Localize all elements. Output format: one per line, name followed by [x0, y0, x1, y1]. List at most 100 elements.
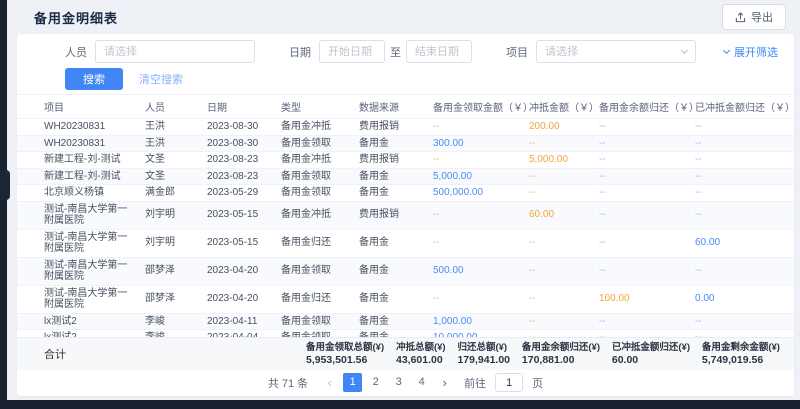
- goto-label: 前往: [464, 375, 486, 391]
- page-button-1[interactable]: 1: [343, 373, 362, 392]
- cell-type: 备用金归还: [273, 229, 351, 257]
- summary-item-value: 60.00: [612, 354, 690, 367]
- cell-date: 2023-05-15: [199, 201, 273, 229]
- cell-type: 备用金领取: [273, 330, 351, 338]
- cell-person: 李峻: [137, 330, 199, 338]
- cell-amount-balance-returned: --: [591, 330, 687, 338]
- cell-amount-received: --: [425, 229, 521, 257]
- cell-type: 备用金领取: [273, 313, 351, 330]
- project-select-input[interactable]: [536, 40, 696, 63]
- cell-project: 新建工程-刘-测试: [17, 152, 137, 169]
- cell-source: 备用金: [351, 330, 425, 338]
- cell-amount-balance-returned: --: [591, 257, 687, 285]
- drawer-handle[interactable]: [0, 170, 10, 200]
- filter-bar: 人员 日期 至 项目 展开筛选: [17, 34, 794, 64]
- cell-date: 2023-04-11: [199, 313, 273, 330]
- content-card: 人员 日期 至 项目 展开筛选 搜索 清空搜索: [17, 34, 794, 396]
- cell-amount-offset-returned[interactable]: 0.00: [687, 285, 794, 313]
- cell-source: 费用报销: [351, 119, 425, 136]
- cell-project: lx测试2: [17, 330, 137, 338]
- table-row: 测试-南昌大学第一附属医院 刘宇明 2023-05-15 备用金冲抵 费用报销 …: [17, 201, 794, 229]
- page-button-2[interactable]: 2: [366, 373, 385, 392]
- cell-amount-offset-returned: --: [687, 330, 794, 338]
- table-row: 新建工程-刘-测试 文圣 2023-08-23 备用金领取 备用金 5,000.…: [17, 168, 794, 185]
- cell-amount-offset[interactable]: 5,000.00: [521, 152, 591, 169]
- table-container[interactable]: 项目人员日期类型数据来源备用金领取金额（￥）冲抵金额（￥）备用金余额归还（￥）已…: [17, 94, 794, 337]
- cell-amount-balance-returned: --: [591, 185, 687, 202]
- cell-amount-offset: --: [521, 135, 591, 152]
- page-header: 备用金明细表 导出: [7, 0, 800, 34]
- cell-person: 文圣: [137, 152, 199, 169]
- cell-amount-received: --: [425, 119, 521, 136]
- cell-project: WH20230831: [17, 119, 137, 136]
- summary-item-label: 备用金余额归还(¥): [522, 341, 600, 354]
- table-row: 测试-南昌大学第一附属医院 邵梦泽 2023-04-20 备用金领取 备用金 5…: [17, 257, 794, 285]
- page-button-3[interactable]: 3: [389, 373, 408, 392]
- person-filter-input[interactable]: [95, 40, 255, 63]
- export-button[interactable]: 导出: [722, 4, 786, 30]
- page-list: 1234: [343, 373, 431, 392]
- cell-amount-offset-returned: --: [687, 201, 794, 229]
- date-start-input[interactable]: [319, 40, 385, 63]
- cell-project: 测试-南昌大学第一附属医院: [17, 201, 137, 229]
- table-row: 测试-南昌大学第一附属医院 刘宇明 2023-05-15 备用金归还 备用金 -…: [17, 229, 794, 257]
- cell-type: 备用金归还: [273, 285, 351, 313]
- expand-filters-link[interactable]: 展开筛选: [724, 44, 778, 60]
- table-row: lx测试2 李峻 2023-04-11 备用金领取 备用金 1,000.00 -…: [17, 313, 794, 330]
- cell-date: 2023-08-23: [199, 152, 273, 169]
- cell-date: 2023-04-20: [199, 257, 273, 285]
- cell-amount-offset-returned: --: [687, 257, 794, 285]
- cell-date: 2023-05-15: [199, 229, 273, 257]
- column-header: 项目: [17, 95, 137, 119]
- cell-amount-received: --: [425, 152, 521, 169]
- cell-amount-offset-returned[interactable]: 60.00: [687, 229, 794, 257]
- cell-project: WH20230831: [17, 135, 137, 152]
- cell-amount-offset-returned: --: [687, 185, 794, 202]
- cell-person: 王洪: [137, 119, 199, 136]
- cell-project: 新建工程-刘-测试: [17, 168, 137, 185]
- summary-total-label: 合计: [44, 346, 306, 362]
- cell-date: 2023-08-23: [199, 168, 273, 185]
- project-filter-select[interactable]: [536, 40, 696, 63]
- table-row: lx测试2 李峻 2023-04-04 备用金领取 备用金 10,000.00 …: [17, 330, 794, 338]
- cell-amount-offset[interactable]: 200.00: [521, 119, 591, 136]
- cell-amount-balance-returned: --: [591, 313, 687, 330]
- clear-search-button[interactable]: 清空搜索: [131, 68, 191, 90]
- cell-amount-received[interactable]: 10,000.00: [425, 330, 521, 338]
- search-button[interactable]: 搜索: [65, 68, 123, 90]
- cell-project: lx测试2: [17, 313, 137, 330]
- cell-amount-balance-returned[interactable]: 100.00: [591, 285, 687, 313]
- column-header: 已冲抵金额归还（￥）: [687, 95, 794, 119]
- cell-source: 费用报销: [351, 201, 425, 229]
- column-header: 备用金余额归还（￥）: [591, 95, 687, 119]
- cell-amount-received[interactable]: 500,000.00: [425, 185, 521, 202]
- cell-amount-offset[interactable]: 60.00: [521, 201, 591, 229]
- page-button-4[interactable]: 4: [412, 373, 431, 392]
- cell-amount-received[interactable]: 5,000.00: [425, 168, 521, 185]
- cell-amount-balance-returned: --: [591, 135, 687, 152]
- cell-amount-offset: --: [521, 168, 591, 185]
- expand-filters-label: 展开筛选: [734, 44, 778, 60]
- cell-amount-balance-returned: --: [591, 201, 687, 229]
- petty-cash-report-page: 备用金明细表 导出 人员 日期 至 项目: [7, 0, 800, 400]
- summary-item: 备用金领取总额(¥)5,953,501.56: [306, 341, 384, 367]
- column-header: 人员: [137, 95, 199, 119]
- goto-page-input[interactable]: [495, 373, 523, 392]
- export-label: 导出: [751, 9, 773, 25]
- cell-amount-offset-returned: --: [687, 168, 794, 185]
- next-page-button[interactable]: ›: [435, 373, 454, 392]
- cell-amount-received[interactable]: 500.00: [425, 257, 521, 285]
- action-bar: 搜索 清空搜索: [17, 64, 794, 94]
- cell-type: 备用金冲抵: [273, 119, 351, 136]
- table-row: WH20230831 王洪 2023-08-30 备用金领取 备用金 300.0…: [17, 135, 794, 152]
- cell-amount-offset-returned: --: [687, 313, 794, 330]
- cell-amount-received[interactable]: 1,000.00: [425, 313, 521, 330]
- date-end-input[interactable]: [406, 40, 472, 63]
- cell-type: 备用金领取: [273, 185, 351, 202]
- cell-person: 刘宇明: [137, 229, 199, 257]
- summary-item-label: 备用金剩余金额(¥): [702, 341, 780, 354]
- cell-date: 2023-04-04: [199, 330, 273, 338]
- prev-page-button[interactable]: ‹: [320, 373, 339, 392]
- cell-amount-received[interactable]: 300.00: [425, 135, 521, 152]
- summary-item-label: 归还总额(¥): [457, 341, 510, 354]
